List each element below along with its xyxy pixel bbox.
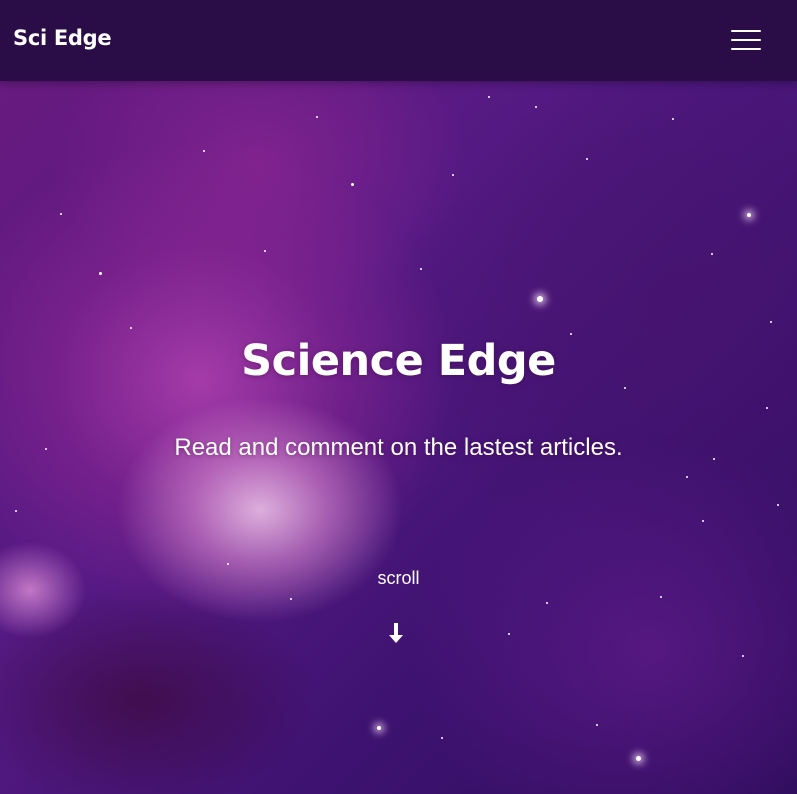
- star: [488, 96, 490, 98]
- hamburger-menu-icon[interactable]: [731, 28, 763, 54]
- star: [777, 504, 779, 506]
- star: [535, 106, 537, 108]
- scroll-label[interactable]: scroll: [0, 568, 797, 589]
- star: [290, 598, 292, 600]
- star: [570, 333, 572, 335]
- star: [742, 655, 744, 657]
- star: [624, 387, 626, 389]
- star: [15, 510, 17, 512]
- star: [441, 737, 443, 739]
- star: [264, 250, 266, 252]
- star: [316, 116, 318, 118]
- star: [60, 213, 62, 215]
- star: [130, 327, 132, 329]
- brand-logo-link[interactable]: Sci Edge: [13, 26, 112, 50]
- star: [546, 602, 548, 604]
- star: [377, 726, 381, 730]
- star: [672, 118, 674, 120]
- star: [686, 476, 688, 478]
- star: [99, 272, 102, 275]
- star: [586, 158, 588, 160]
- menu-bar: [731, 39, 761, 41]
- menu-bar: [731, 30, 761, 32]
- page: Sci Edge Science Edge Read and comment o…: [0, 0, 797, 794]
- hero-title: Science Edge: [241, 336, 556, 386]
- star: [702, 520, 704, 522]
- star: [452, 174, 454, 176]
- star: [203, 150, 205, 152]
- star: [711, 253, 713, 255]
- star: [537, 296, 543, 302]
- star: [227, 563, 229, 565]
- star: [660, 596, 662, 598]
- star: [766, 407, 768, 409]
- top-navbar: Sci Edge: [0, 0, 797, 81]
- star: [351, 183, 354, 186]
- menu-bar: [731, 48, 761, 50]
- star: [420, 268, 422, 270]
- star: [636, 756, 641, 761]
- star: [747, 213, 751, 217]
- star: [508, 633, 510, 635]
- nebula-background-image: [0, 0, 797, 794]
- star: [596, 724, 598, 726]
- star: [770, 321, 772, 323]
- arrow-down-icon[interactable]: [386, 620, 406, 646]
- hero-subtitle: Read and comment on the lastest articles…: [174, 434, 623, 461]
